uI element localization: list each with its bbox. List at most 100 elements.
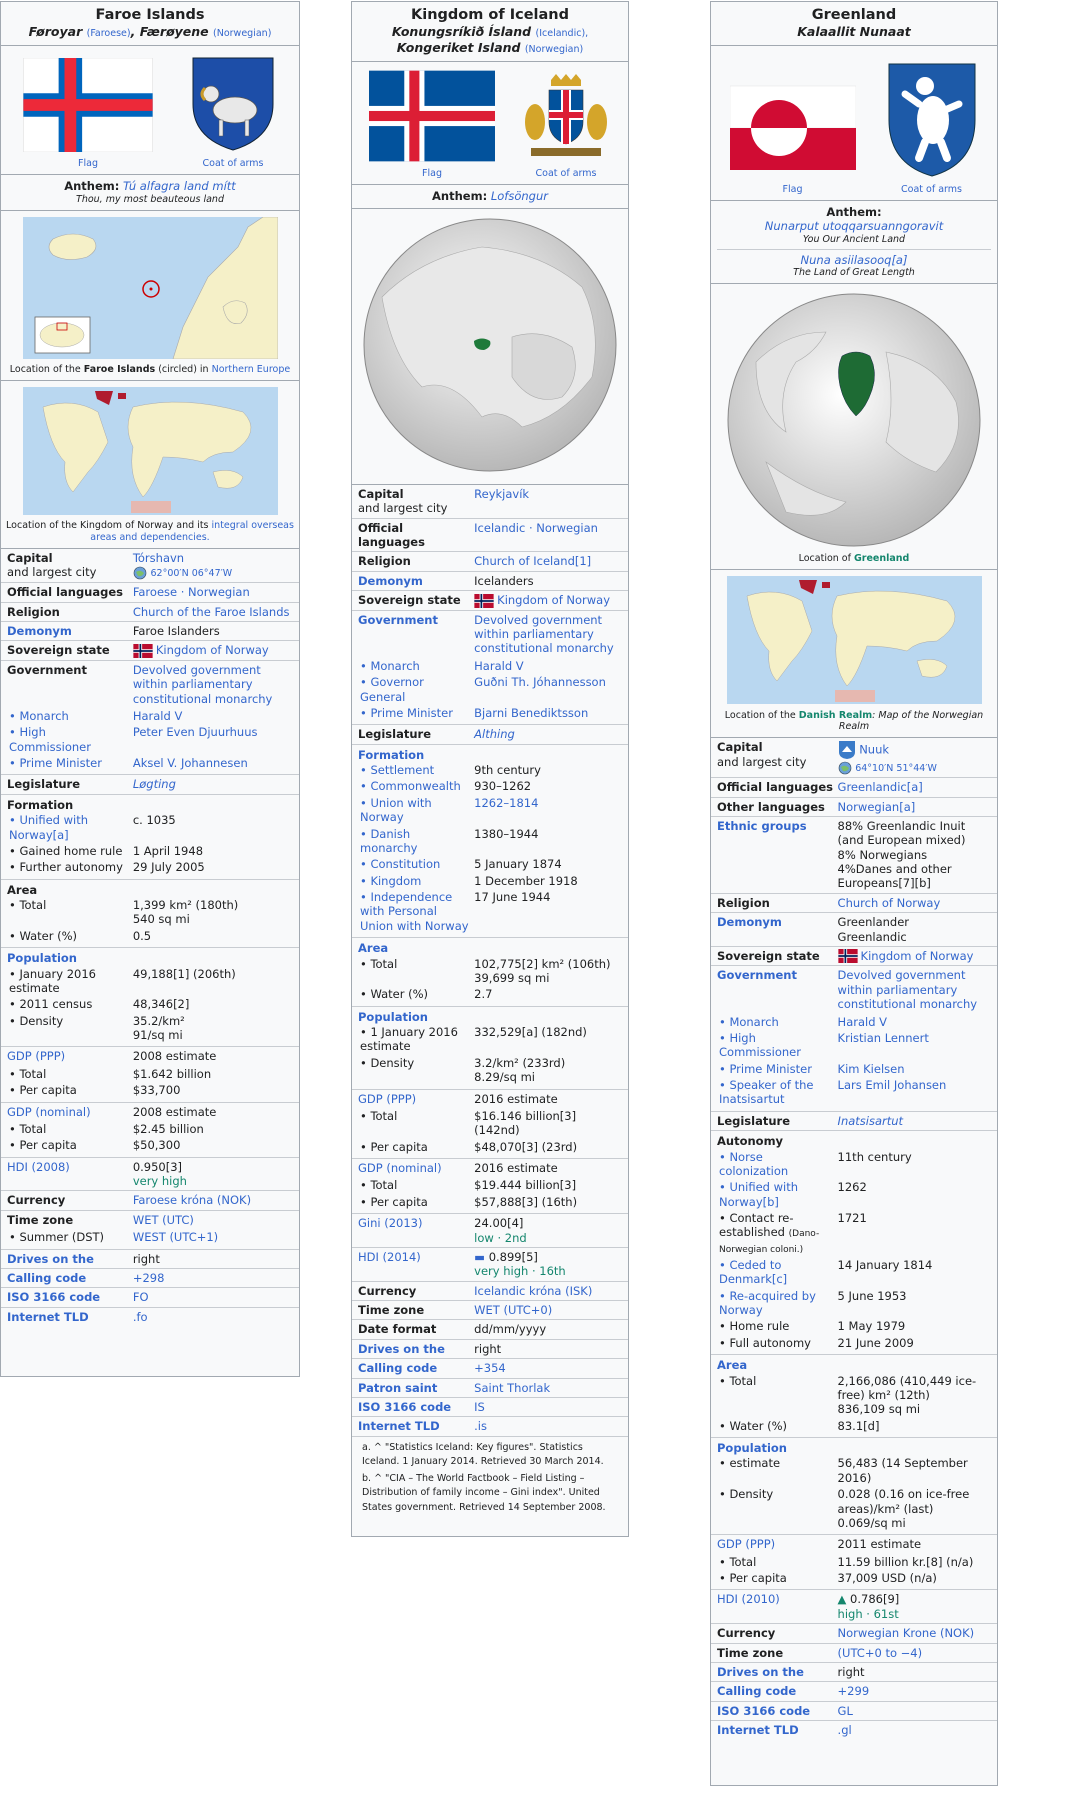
demonym-row: Demonym Icelanders: [352, 572, 628, 592]
internet-tld-row: Internet TLD .is: [352, 1417, 628, 1437]
calling-code-row: Calling code +298: [1, 1269, 299, 1289]
gdp-ppp-group: GDP (PPP) 2008 estimate • Total $1.642 bil…: [1, 1047, 299, 1103]
anthem-section: Anthem: Lofsöngur: [352, 185, 628, 209]
official-languages-row: Official languages Icelandic · Norwegian: [352, 519, 628, 553]
references: a. ^ "Statistics Iceland: Key figures". …: [352, 1437, 628, 1522]
iceland-flag[interactable]: [369, 70, 495, 162]
globe-icon[interactable]: [838, 761, 852, 775]
globe-icon[interactable]: [133, 566, 147, 580]
drives-row: Drives on the right: [352, 1340, 628, 1360]
currency-row: Currency Norwegian Krone (NOK): [711, 1624, 997, 1644]
map-caption: Location of the Kingdom of Norway and it…: [6, 520, 294, 543]
coordinates-link[interactable]: 62°00′N 06°47′W: [150, 568, 232, 579]
anthem-link[interactable]: Nunarput utoqqarsuanngoravit: [765, 219, 943, 233]
infobox-title: Faroe Islands: [95, 7, 205, 23]
coa-caption[interactable]: Coat of arms: [189, 158, 277, 170]
date-format-row: Date format dd/mm/yyyy: [352, 1320, 628, 1340]
coa-caption[interactable]: Coat of arms: [885, 184, 979, 196]
reference-a[interactable]: a. ^ "Statistics Iceland: Key figures". …: [362, 1441, 618, 1470]
government-group: Government Devolved government within par…: [711, 966, 997, 1112]
infobox-header: Faroe Islands Føroyar (Faroese), Færøyen…: [1, 2, 299, 46]
anthem-link-2[interactable]: Nuna asiilasooq[a]: [801, 253, 908, 267]
danish-realm-world-map[interactable]: [726, 576, 982, 705]
world-map: Location of the Danish Realm: Map of the…: [711, 570, 997, 739]
religion-row: Religion Church of the Faroe Islands: [1, 603, 299, 622]
time-zone-row: Time zone (UTC+0 to −4): [711, 1644, 997, 1663]
capital-link[interactable]: Reykjavík: [474, 487, 622, 516]
religion-row: Religion Church of Norway: [711, 894, 997, 914]
legislature-row: Legislature Althing: [352, 725, 628, 745]
language-link[interactable]: (Faroese): [87, 28, 131, 39]
anthem-label: Anthem:: [432, 189, 488, 204]
greenland-orthographic-map[interactable]: [726, 292, 982, 548]
map-caption: Location of the Faroe Islands (circled) …: [9, 363, 291, 375]
capital-link[interactable]: Tórshavn: [133, 551, 184, 565]
norway-realm-world-map[interactable]: [22, 386, 278, 515]
nuuk-coat-of-arms-icon: [838, 741, 855, 760]
language-link[interactable]: (Norwegian): [525, 44, 583, 55]
steady-icon: ▬: [474, 1249, 489, 1264]
legislature-row: Legislature Inatsisartut: [711, 1112, 997, 1132]
gini-row: Gini (2013) 24.00[4] low · 2nd: [352, 1214, 628, 1248]
map-caption: Location of Greenland: [798, 553, 910, 565]
gdp-nominal-group: GDP (nominal) 2008 estimate • Total $2.45 …: [1, 1103, 299, 1158]
faroe-europe-map[interactable]: [22, 216, 278, 359]
norway-flag-icon: [133, 643, 153, 658]
faroe-coat-of-arms[interactable]: [189, 54, 277, 152]
area-group: Area • Total 2,166,086 (410,449 ice-free)…: [711, 1355, 997, 1438]
area-group: Area • Total 102,775[2] km² (106th) 39,699…: [352, 938, 628, 1007]
greenland-flag[interactable]: [729, 85, 856, 171]
anthem-section: Anthem: Nunarput utoqqarsuanngoravit You…: [711, 201, 997, 284]
iso-code-row: ISO 3166 code GL: [711, 1702, 997, 1721]
native-name: Færøyene: [139, 24, 209, 40]
gdp-nominal-group: GDP (nominal) 2016 estimate • Total $19.44…: [352, 1159, 628, 1215]
infobox-header: Greenland Kalaallit Nunaat: [711, 2, 997, 46]
iceland-coat-of-arms[interactable]: [521, 72, 611, 162]
native-name: Føroyar: [28, 24, 83, 40]
drives-row: Drives on the right: [711, 1663, 997, 1683]
capital-link[interactable]: Nuuk: [859, 743, 889, 757]
anthem-translation-2: The Land of Great Length: [793, 267, 915, 278]
coa-caption[interactable]: Coat of arms: [521, 168, 611, 180]
demonym-row: Demonym Greenlander Greenlandic: [711, 913, 997, 947]
official-languages-row: Official languages Greenlandic[a]: [711, 778, 997, 798]
anthem-link[interactable]: Lofsöngur: [491, 189, 548, 203]
patron-saint-row: Patron saint Saint Thorlak: [352, 1379, 628, 1398]
iso-code-row: ISO 3166 code FO: [1, 1288, 299, 1308]
calling-code-row: Calling code +299: [711, 1682, 997, 1702]
language-link[interactable]: (Icelandic),: [536, 28, 589, 39]
globe-map: Location of Greenland: [711, 284, 997, 571]
flag-coa-section: Flag Coat of arms: [711, 46, 997, 201]
anthem-translation: Thou, my most beauteous land: [76, 193, 224, 205]
ethnic-groups-row: Ethnic groups 88% Greenlandic Inuit (and…: [711, 817, 997, 894]
native-name: Kalaallit Nunaat: [797, 24, 911, 40]
currency-row: Currency Icelandic króna (ISK): [352, 1282, 628, 1301]
norway-flag-icon: [837, 949, 858, 964]
norway-flag-icon: [474, 593, 494, 608]
capital-row: Capital and largest city Reykjavík: [352, 485, 628, 519]
population-group: Population • 1 January 2016 estimate 332,…: [352, 1007, 628, 1090]
anthem-link[interactable]: Tú alfagra land mítt: [123, 179, 236, 193]
flag-coa-section: Flag Coat of arms: [352, 62, 628, 186]
greenland-coat-of-arms[interactable]: [885, 60, 979, 178]
flag-caption[interactable]: Flag: [23, 158, 153, 170]
infobox-title: Kingdom of Iceland: [410, 7, 569, 23]
globe-map: [352, 209, 628, 485]
language-link[interactable]: (Norwegian): [213, 28, 271, 39]
native-name: Kongeriket Island: [396, 40, 521, 55]
iceland-orthographic-map[interactable]: [362, 217, 618, 473]
drives-row: Drives on the right: [1, 1250, 299, 1269]
capital-row: Capital and largest city Tórshavn 62°00′N…: [1, 549, 299, 584]
anthem-label: Anthem:: [64, 179, 120, 194]
flag-caption[interactable]: Flag: [369, 168, 495, 180]
reference-b[interactable]: b. ^ "CIA – The World Factbook – Field L…: [362, 1472, 618, 1515]
increase-icon: ▲: [837, 1592, 851, 1607]
government-group: Government Devolved government within par…: [352, 611, 628, 726]
flag-caption[interactable]: Flag: [730, 184, 856, 196]
sovereign-state-row: Sovereign state Kingdom of Norway: [352, 591, 628, 611]
native-name: Konungsríkið Ísland: [391, 24, 532, 40]
faroe-flag[interactable]: [23, 57, 153, 153]
formation-group: Formation • Settlement 9th century • Comm…: [352, 745, 628, 939]
coordinates-link[interactable]: 64°10′N 51°44′W: [855, 763, 937, 774]
official-languages-row: Official languages Faroese · Norwegian: [1, 583, 299, 603]
